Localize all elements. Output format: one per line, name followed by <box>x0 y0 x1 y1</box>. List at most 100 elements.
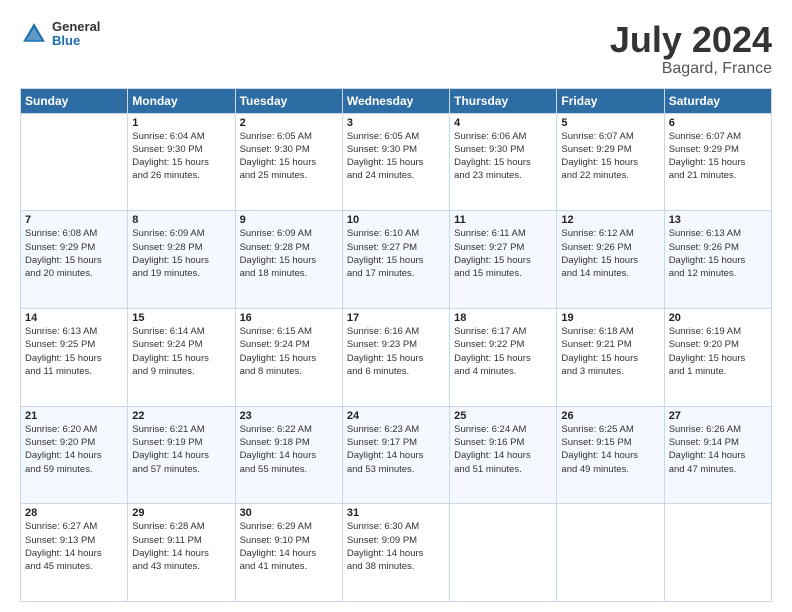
calendar-cell: 4Sunrise: 6:06 AM Sunset: 9:30 PM Daylig… <box>450 113 557 211</box>
day-info: Sunrise: 6:14 AM Sunset: 9:24 PM Dayligh… <box>132 325 230 378</box>
title-block: July 2024 Bagard, France <box>610 20 772 78</box>
day-number: 3 <box>347 117 445 129</box>
calendar-cell: 24Sunrise: 6:23 AM Sunset: 9:17 PM Dayli… <box>342 406 449 504</box>
day-info: Sunrise: 6:08 AM Sunset: 9:29 PM Dayligh… <box>25 227 123 280</box>
calendar-table: SundayMondayTuesdayWednesdayThursdayFrid… <box>20 88 772 602</box>
day-number: 27 <box>669 410 767 422</box>
calendar-cell: 13Sunrise: 6:13 AM Sunset: 9:26 PM Dayli… <box>664 211 771 309</box>
calendar-cell: 3Sunrise: 6:05 AM Sunset: 9:30 PM Daylig… <box>342 113 449 211</box>
day-info: Sunrise: 6:07 AM Sunset: 9:29 PM Dayligh… <box>561 130 659 183</box>
day-info: Sunrise: 6:11 AM Sunset: 9:27 PM Dayligh… <box>454 227 552 280</box>
weekday-header: Tuesday <box>235 88 342 113</box>
day-info: Sunrise: 6:09 AM Sunset: 9:28 PM Dayligh… <box>132 227 230 280</box>
logo-blue: Blue <box>52 34 100 48</box>
day-info: Sunrise: 6:16 AM Sunset: 9:23 PM Dayligh… <box>347 325 445 378</box>
day-info: Sunrise: 6:21 AM Sunset: 9:19 PM Dayligh… <box>132 423 230 476</box>
weekday-header: Saturday <box>664 88 771 113</box>
day-number: 5 <box>561 117 659 129</box>
calendar-cell: 29Sunrise: 6:28 AM Sunset: 9:11 PM Dayli… <box>128 504 235 602</box>
calendar-cell: 6Sunrise: 6:07 AM Sunset: 9:29 PM Daylig… <box>664 113 771 211</box>
calendar-cell: 1Sunrise: 6:04 AM Sunset: 9:30 PM Daylig… <box>128 113 235 211</box>
calendar-cell: 15Sunrise: 6:14 AM Sunset: 9:24 PM Dayli… <box>128 308 235 406</box>
calendar-cell: 31Sunrise: 6:30 AM Sunset: 9:09 PM Dayli… <box>342 504 449 602</box>
calendar-week-row: 7Sunrise: 6:08 AM Sunset: 9:29 PM Daylig… <box>21 211 772 309</box>
calendar-cell: 28Sunrise: 6:27 AM Sunset: 9:13 PM Dayli… <box>21 504 128 602</box>
calendar-cell: 18Sunrise: 6:17 AM Sunset: 9:22 PM Dayli… <box>450 308 557 406</box>
calendar-cell: 10Sunrise: 6:10 AM Sunset: 9:27 PM Dayli… <box>342 211 449 309</box>
day-number: 30 <box>240 507 338 519</box>
calendar-cell: 25Sunrise: 6:24 AM Sunset: 9:16 PM Dayli… <box>450 406 557 504</box>
calendar-week-row: 28Sunrise: 6:27 AM Sunset: 9:13 PM Dayli… <box>21 504 772 602</box>
day-number: 29 <box>132 507 230 519</box>
day-number: 25 <box>454 410 552 422</box>
day-info: Sunrise: 6:20 AM Sunset: 9:20 PM Dayligh… <box>25 423 123 476</box>
day-number: 9 <box>240 214 338 226</box>
logo-icon <box>20 20 48 48</box>
day-number: 31 <box>347 507 445 519</box>
calendar-cell: 14Sunrise: 6:13 AM Sunset: 9:25 PM Dayli… <box>21 308 128 406</box>
calendar-cell: 22Sunrise: 6:21 AM Sunset: 9:19 PM Dayli… <box>128 406 235 504</box>
day-number: 20 <box>669 312 767 324</box>
day-number: 12 <box>561 214 659 226</box>
day-info: Sunrise: 6:13 AM Sunset: 9:26 PM Dayligh… <box>669 227 767 280</box>
calendar-cell: 9Sunrise: 6:09 AM Sunset: 9:28 PM Daylig… <box>235 211 342 309</box>
main-title: July 2024 <box>610 20 772 60</box>
day-info: Sunrise: 6:29 AM Sunset: 9:10 PM Dayligh… <box>240 520 338 573</box>
day-info: Sunrise: 6:28 AM Sunset: 9:11 PM Dayligh… <box>132 520 230 573</box>
day-info: Sunrise: 6:19 AM Sunset: 9:20 PM Dayligh… <box>669 325 767 378</box>
calendar-cell: 30Sunrise: 6:29 AM Sunset: 9:10 PM Dayli… <box>235 504 342 602</box>
weekday-header: Wednesday <box>342 88 449 113</box>
calendar-cell: 23Sunrise: 6:22 AM Sunset: 9:18 PM Dayli… <box>235 406 342 504</box>
day-info: Sunrise: 6:26 AM Sunset: 9:14 PM Dayligh… <box>669 423 767 476</box>
calendar-week-row: 1Sunrise: 6:04 AM Sunset: 9:30 PM Daylig… <box>21 113 772 211</box>
day-info: Sunrise: 6:12 AM Sunset: 9:26 PM Dayligh… <box>561 227 659 280</box>
calendar-cell <box>21 113 128 211</box>
calendar-week-row: 21Sunrise: 6:20 AM Sunset: 9:20 PM Dayli… <box>21 406 772 504</box>
day-number: 8 <box>132 214 230 226</box>
day-number: 2 <box>240 117 338 129</box>
day-number: 18 <box>454 312 552 324</box>
day-info: Sunrise: 6:17 AM Sunset: 9:22 PM Dayligh… <box>454 325 552 378</box>
day-info: Sunrise: 6:04 AM Sunset: 9:30 PM Dayligh… <box>132 130 230 183</box>
day-number: 7 <box>25 214 123 226</box>
calendar-cell: 12Sunrise: 6:12 AM Sunset: 9:26 PM Dayli… <box>557 211 664 309</box>
calendar-cell <box>557 504 664 602</box>
calendar-cell: 26Sunrise: 6:25 AM Sunset: 9:15 PM Dayli… <box>557 406 664 504</box>
weekday-header: Monday <box>128 88 235 113</box>
calendar-cell: 16Sunrise: 6:15 AM Sunset: 9:24 PM Dayli… <box>235 308 342 406</box>
day-number: 1 <box>132 117 230 129</box>
day-info: Sunrise: 6:05 AM Sunset: 9:30 PM Dayligh… <box>347 130 445 183</box>
day-info: Sunrise: 6:30 AM Sunset: 9:09 PM Dayligh… <box>347 520 445 573</box>
weekday-header: Thursday <box>450 88 557 113</box>
day-number: 13 <box>669 214 767 226</box>
header: General Blue July 2024 Bagard, France <box>20 20 772 78</box>
day-number: 4 <box>454 117 552 129</box>
page: General Blue July 2024 Bagard, France Su… <box>0 0 792 612</box>
day-info: Sunrise: 6:24 AM Sunset: 9:16 PM Dayligh… <box>454 423 552 476</box>
weekday-header: Friday <box>557 88 664 113</box>
day-number: 15 <box>132 312 230 324</box>
day-info: Sunrise: 6:27 AM Sunset: 9:13 PM Dayligh… <box>25 520 123 573</box>
calendar-cell: 2Sunrise: 6:05 AM Sunset: 9:30 PM Daylig… <box>235 113 342 211</box>
calendar-cell: 19Sunrise: 6:18 AM Sunset: 9:21 PM Dayli… <box>557 308 664 406</box>
calendar-cell <box>664 504 771 602</box>
logo-text: General Blue <box>52 20 100 49</box>
day-info: Sunrise: 6:06 AM Sunset: 9:30 PM Dayligh… <box>454 130 552 183</box>
day-number: 24 <box>347 410 445 422</box>
day-info: Sunrise: 6:07 AM Sunset: 9:29 PM Dayligh… <box>669 130 767 183</box>
day-number: 28 <box>25 507 123 519</box>
day-number: 6 <box>669 117 767 129</box>
weekday-header: Sunday <box>21 88 128 113</box>
day-info: Sunrise: 6:23 AM Sunset: 9:17 PM Dayligh… <box>347 423 445 476</box>
day-number: 17 <box>347 312 445 324</box>
calendar-cell: 27Sunrise: 6:26 AM Sunset: 9:14 PM Dayli… <box>664 406 771 504</box>
calendar-cell: 8Sunrise: 6:09 AM Sunset: 9:28 PM Daylig… <box>128 211 235 309</box>
logo-general: General <box>52 20 100 34</box>
day-info: Sunrise: 6:05 AM Sunset: 9:30 PM Dayligh… <box>240 130 338 183</box>
day-info: Sunrise: 6:18 AM Sunset: 9:21 PM Dayligh… <box>561 325 659 378</box>
calendar-cell: 11Sunrise: 6:11 AM Sunset: 9:27 PM Dayli… <box>450 211 557 309</box>
day-number: 10 <box>347 214 445 226</box>
subtitle: Bagard, France <box>610 60 772 78</box>
day-number: 16 <box>240 312 338 324</box>
calendar-cell <box>450 504 557 602</box>
